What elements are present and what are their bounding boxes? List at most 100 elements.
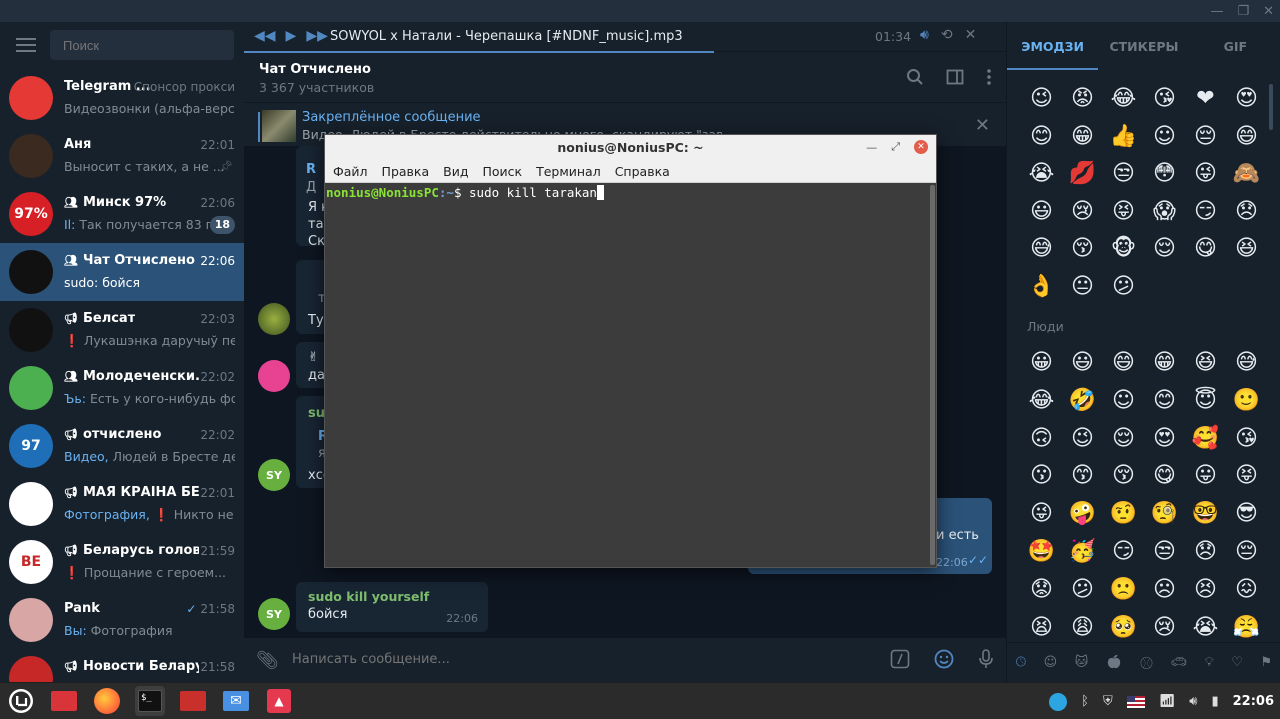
emoji-item[interactable]: 😞	[1185, 539, 1226, 564]
chat-list-item[interactable]: Pank ✓ 21:58 Вы: Фотография	[0, 591, 244, 649]
maximize-icon[interactable]: ❐	[1237, 4, 1249, 19]
emoji-item[interactable]: 😊	[1144, 388, 1185, 413]
emoji-item[interactable]: 🙁	[1103, 577, 1144, 602]
travel-category-icon[interactable]: 🚗︎	[1171, 655, 1188, 670]
chat-list-item[interactable]: 📢︎ Белсат 22:03 ❗ Лукашэнка даручыў пе...	[0, 301, 244, 359]
emoji-item[interactable]: 😤	[1226, 615, 1267, 640]
chat-list-item[interactable]: 👥︎ Чат Отчислено 22:06 sudo: бойся	[0, 243, 244, 301]
recent-category-icon[interactable]: 🕓︎	[1016, 655, 1026, 670]
chat-list-item[interactable]: 📢︎МАЯ КРАІНА БЕЛ... 22:01 Фотография, ❗ …	[0, 475, 244, 533]
animals-category-icon[interactable]: 🐱︎	[1075, 655, 1089, 670]
emoji-item[interactable]: 🥳	[1062, 539, 1103, 564]
emoji-item[interactable]: 😒	[1144, 539, 1185, 564]
emoji-item[interactable]: 😟	[1021, 577, 1062, 602]
user-avatar[interactable]: SY	[258, 598, 290, 630]
volume-tray-icon[interactable]: 🔊︎	[1189, 694, 1197, 709]
emoji-item[interactable]: 😩	[1062, 615, 1103, 640]
emoji-item[interactable]: 😒	[1103, 161, 1144, 186]
chat-list-item[interactable]: BE 📢︎Беларусь головн... 21:59 ❗ Прощание…	[0, 533, 244, 591]
sidebar-toggle-icon[interactable]	[946, 68, 964, 86]
folder-icon[interactable]	[178, 686, 208, 716]
user-avatar[interactable]	[258, 303, 290, 335]
emoji-item[interactable]: 😁	[1062, 124, 1103, 149]
emoji-item[interactable]: 😝	[1103, 199, 1144, 224]
emoji-item[interactable]: 😣	[1185, 577, 1226, 602]
emoji-item[interactable]: 😉	[1062, 426, 1103, 451]
emoji-item[interactable]: 😖	[1226, 577, 1267, 602]
last-message-bubble[interactable]: sudo kill yourself бойся 22:06	[296, 582, 488, 632]
emoji-item[interactable]: 🤣	[1062, 388, 1103, 413]
message-input[interactable]	[292, 652, 832, 667]
menu-terminal[interactable]: Терминал	[536, 164, 601, 179]
emoji-item[interactable]: 😱	[1144, 199, 1185, 224]
emoji-item[interactable]: 😭	[1021, 161, 1062, 186]
flags-category-icon[interactable]: ⚑	[1261, 655, 1273, 670]
emoji-item[interactable]: 👍	[1103, 124, 1144, 149]
attach-icon[interactable]: 📎︎	[256, 650, 279, 671]
user-avatar[interactable]: SY	[258, 459, 290, 491]
emoji-item[interactable]: 😕	[1103, 274, 1144, 299]
emoji-item[interactable]: 😝	[1226, 463, 1267, 488]
emoji-item[interactable]: 😄	[1226, 124, 1267, 149]
terminal-output[interactable]: nonius@NoniusPC:~$ sudo kill tarakan	[325, 183, 930, 567]
wifi-icon[interactable]: 📶︎	[1159, 694, 1176, 709]
emoji-item[interactable]: 😛	[1185, 463, 1226, 488]
microphone-icon[interactable]	[978, 649, 994, 669]
emoji-item[interactable]: 😏	[1103, 539, 1144, 564]
emoji-item[interactable]: 😆	[1226, 236, 1267, 261]
emoji-item[interactable]: 😕	[1062, 577, 1103, 602]
emoji-item[interactable]: 😡	[1062, 86, 1103, 111]
emoji-item[interactable]: 😂	[1103, 86, 1144, 111]
emoji-item[interactable]: 😆	[1185, 350, 1226, 375]
more-options-icon[interactable]	[986, 68, 992, 86]
firefox-icon[interactable]	[92, 686, 122, 716]
start-menu-icon[interactable]	[6, 686, 36, 716]
emoji-item[interactable]: 🙂	[1226, 388, 1267, 413]
symbols-category-icon[interactable]: ♡	[1231, 655, 1243, 670]
close-icon[interactable]: ✕	[1263, 4, 1274, 19]
emoji-item[interactable]: 👌	[1021, 274, 1062, 299]
emoji-item[interactable]: 🤨	[1103, 501, 1144, 526]
volume-icon[interactable]: 🔊︎	[920, 27, 929, 43]
shield-icon[interactable]: ⛨	[1103, 694, 1113, 709]
emoji-item[interactable]: 😐	[1062, 274, 1103, 299]
emoji-item[interactable]: 😀	[1021, 350, 1062, 375]
tab-stickers[interactable]: СТИКЕРЫ	[1098, 22, 1189, 70]
tab-emoji[interactable]: ЭМОДЗИ	[1007, 22, 1099, 70]
chat-list-item[interactable]: 97 📢︎ отчислено 22:02 Видео, Людей в Брес…	[0, 417, 244, 475]
emoji-item[interactable]: 🤪	[1062, 501, 1103, 526]
emoji-item[interactable]: 😢	[1062, 199, 1103, 224]
clock[interactable]: 22:06	[1233, 694, 1274, 709]
emoji-item[interactable]: 😢	[1144, 615, 1185, 640]
emoji-item[interactable]: 🧐	[1144, 501, 1185, 526]
chat-title[interactable]: Чат Отчислено	[259, 62, 371, 77]
emoji-item[interactable]: 😘	[1144, 86, 1185, 111]
menu-view[interactable]: Вид	[443, 164, 468, 179]
emoji-item[interactable]: 😋	[1144, 463, 1185, 488]
emoji-item[interactable]: 😚	[1103, 463, 1144, 488]
emoji-item[interactable]: 🤓	[1185, 501, 1226, 526]
emoji-icon[interactable]	[934, 649, 954, 669]
emoji-item[interactable]: 💋	[1062, 161, 1103, 186]
emoji-item[interactable]: ☺	[1144, 124, 1185, 149]
terminal-maximize-icon[interactable]: ⤢	[891, 140, 900, 154]
emoji-item[interactable]: 😔	[1226, 539, 1267, 564]
emoji-item[interactable]: 😉	[1021, 86, 1062, 111]
bluetooth-icon[interactable]: ᛒ	[1081, 694, 1089, 709]
close-pinned-icon[interactable]: ✕	[975, 115, 990, 136]
emoji-item[interactable]: 🥰	[1185, 426, 1226, 451]
terminal-titlebar[interactable]: nonius@NoniusPC: ~	[325, 135, 936, 161]
emoji-item[interactable]: 😍	[1226, 86, 1267, 111]
menu-help[interactable]: Справка	[615, 164, 670, 179]
tab-gif[interactable]: GIF	[1190, 22, 1280, 70]
food-category-icon[interactable]: 🍎︎	[1106, 655, 1123, 670]
image-viewer-icon[interactable]: ▲	[264, 686, 294, 716]
search-input[interactable]	[50, 30, 234, 60]
smileys-category-icon[interactable]: ☺︎	[1044, 655, 1058, 670]
emoji-item[interactable]: 😜	[1021, 501, 1062, 526]
keyboard-layout-flag-icon[interactable]	[1126, 695, 1145, 708]
emoji-item[interactable]: 😌	[1144, 236, 1185, 261]
battery-icon[interactable]: ▮	[1211, 694, 1218, 709]
emoji-item[interactable]: 😌	[1103, 426, 1144, 451]
emoji-item[interactable]: 😭	[1185, 615, 1226, 640]
